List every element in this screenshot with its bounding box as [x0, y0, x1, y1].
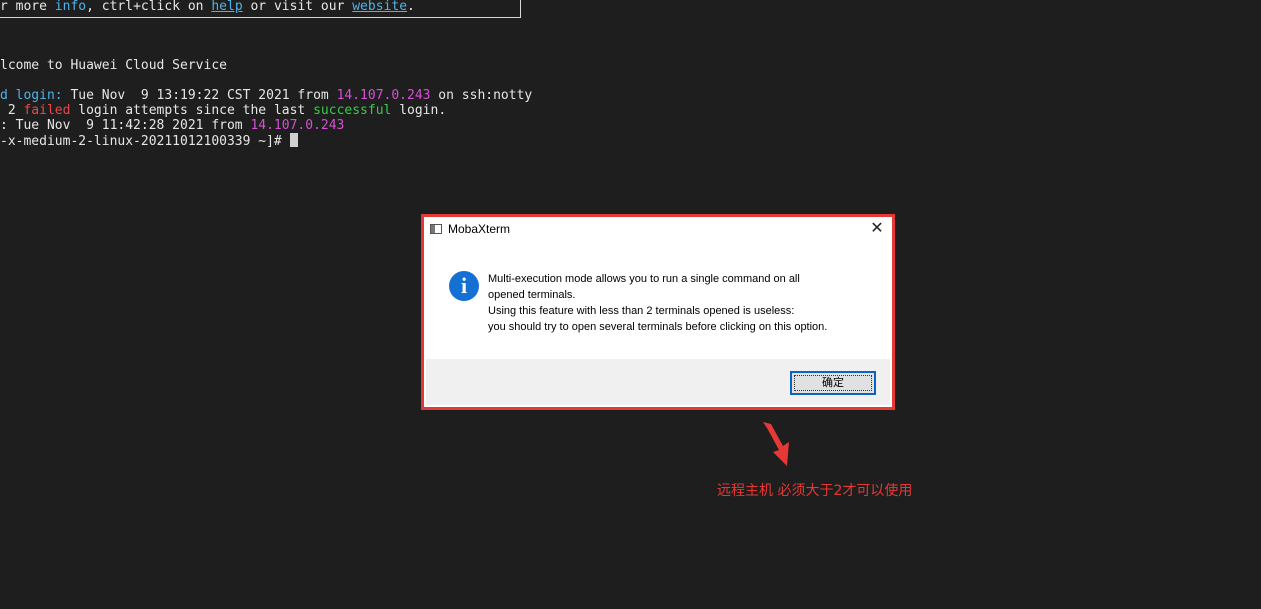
failed-attempts-line: 2 failed login attempts since the last s… — [0, 103, 446, 118]
annotation-arrow-icon — [763, 422, 789, 466]
banner-text: r more — [0, 0, 55, 14]
website-link[interactable]: website — [352, 0, 407, 14]
terminal-cursor — [289, 133, 298, 147]
last-login-suffix: on ssh:notty — [430, 88, 533, 103]
message-line: opened terminals. — [488, 289, 576, 301]
banner-text-2: , ctrl+click on — [86, 0, 212, 14]
banner-suffix: . — [407, 0, 415, 14]
last-login-label: d login: — [0, 88, 63, 103]
info-text: info — [54, 0, 87, 14]
last-login-ip: 14.107.0.243 — [336, 88, 431, 103]
message-line: you should try to open several terminals… — [488, 321, 828, 333]
successful-word: successful — [313, 103, 392, 118]
last-login-line: d login: Tue Nov 9 13:19:22 CST 2021 fro… — [0, 88, 532, 103]
message-line: Multi-execution mode allows you to run a… — [488, 273, 800, 285]
close-icon[interactable]: ✕ — [868, 220, 886, 238]
help-link[interactable]: help — [211, 0, 242, 14]
welcome-line: lcome to Huawei Cloud Service — [0, 58, 227, 73]
failed-suffix: login. — [391, 103, 447, 118]
dialog-titlebar[interactable]: MobaXterm ✕ — [426, 219, 890, 241]
last-login-text: Tue Nov 9 13:19:22 CST 2021 from — [62, 88, 337, 103]
failed-word: failed — [23, 103, 71, 118]
failed-mid: login attempts since the last — [70, 103, 314, 118]
info-icon: i — [449, 271, 479, 301]
mobaxterm-dialog: MobaXterm ✕ i Multi-execution mode allow… — [426, 219, 890, 405]
failed-count: 2 — [0, 103, 24, 118]
last-success-line: : Tue Nov 9 11:42:28 2021 from 14.107.0.… — [0, 118, 344, 133]
banner-line: r more info, ctrl+click on help or visit… — [0, 0, 415, 14]
last-success-text: : Tue Nov 9 11:42:28 2021 from — [0, 118, 251, 133]
message-line: Using this feature with less than 2 term… — [488, 305, 795, 317]
last-success-ip: 14.107.0.243 — [250, 118, 345, 133]
shell-prompt: -x-medium-2-linux-20211012100339 ~]# — [0, 134, 290, 149]
dialog-message: Multi-execution mode allows you to run a… — [488, 271, 878, 335]
ok-button[interactable]: 确定 — [790, 371, 876, 395]
annotation-text: 远程主机 必须大于2才可以使用 — [717, 483, 913, 499]
prompt-line[interactable]: -x-medium-2-linux-20211012100339 ~]# — [0, 133, 298, 149]
app-window-icon — [430, 224, 442, 234]
dialog-highlight-frame: MobaXterm ✕ i Multi-execution mode allow… — [421, 214, 895, 410]
dialog-title: MobaXterm — [448, 222, 511, 236]
banner-text-3: or visit our — [242, 0, 353, 14]
